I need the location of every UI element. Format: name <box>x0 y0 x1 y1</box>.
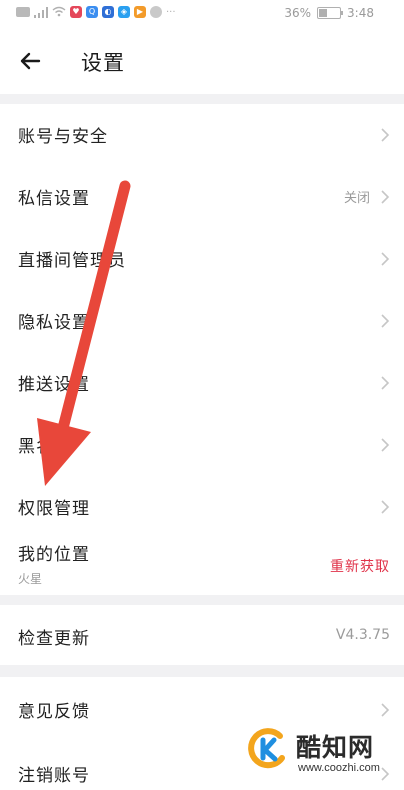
settings-item-push[interactable]: 推送设置 <box>0 352 404 414</box>
settings-group-update: 检查更新 V4.3.75 <box>0 605 404 665</box>
settings-item-label: 隐私设置 <box>18 313 90 333</box>
status-right-icons: 36% 3:48 <box>284 6 374 20</box>
back-arrow-icon[interactable] <box>18 49 42 73</box>
settings-item-private-message[interactable]: 私信设置 关闭 <box>0 166 404 228</box>
settings-item-label: 意见反馈 <box>18 702 90 722</box>
chevron-right-icon <box>381 190 390 204</box>
settings-item-location: 我的位置 火星 重新获取 <box>0 534 404 595</box>
app-notification-icon: ♥ <box>70 6 82 18</box>
chevron-right-icon <box>381 438 390 452</box>
title-bar: 设置 <box>0 28 404 94</box>
settings-item-label: 账号与安全 <box>18 127 108 147</box>
settings-item-label: 检查更新 <box>18 629 90 649</box>
chat-bubble-icon <box>150 6 162 18</box>
settings-item-live-admin[interactable]: 直播间管理员 <box>0 228 404 290</box>
battery-icon <box>317 7 344 19</box>
watermark-brand: 酷知网 <box>296 733 375 762</box>
clock: 3:48 <box>347 6 374 20</box>
settings-item-privacy[interactable]: 隐私设置 <box>0 290 404 352</box>
app-notification-icon: ◐ <box>102 6 114 18</box>
settings-item-label: 黑名单 <box>18 437 72 457</box>
chevron-right-icon <box>381 376 390 390</box>
page-title: 设置 <box>81 51 125 75</box>
more-notifications-icon: ··· <box>166 6 176 18</box>
chevron-right-icon <box>381 500 390 514</box>
app-notification-icon: ▶ <box>134 6 146 18</box>
version-value: V4.3.75 <box>335 627 390 643</box>
sim-card-icon <box>16 7 30 17</box>
watermark: 酷知网 www.coozhi.com <box>244 724 400 784</box>
settings-item-account-security[interactable]: 账号与安全 <box>0 104 404 166</box>
chevron-right-icon <box>381 252 390 266</box>
coozhi-logo-icon <box>248 728 288 769</box>
settings-item-blacklist[interactable]: 黑名单 <box>0 414 404 476</box>
settings-item-label: 直播间管理员 <box>18 251 126 271</box>
settings-item-label: 注销账号 <box>18 766 90 786</box>
settings-item-label: 私信设置 <box>18 189 90 209</box>
app-notification-icon: Q <box>86 6 98 18</box>
chevron-right-icon <box>381 314 390 328</box>
settings-item-label: 推送设置 <box>18 375 90 395</box>
settings-item-permissions[interactable]: 权限管理 <box>0 476 404 538</box>
watermark-url: www.coozhi.com <box>298 762 380 774</box>
status-left-icons: ♥ Q ◐ ◈ ▶ ··· <box>16 6 176 18</box>
chevron-right-icon <box>381 703 390 717</box>
app-notification-icon: ◈ <box>118 6 130 18</box>
settings-item-label: 我的位置 <box>18 545 90 565</box>
wifi-icon <box>52 6 66 18</box>
settings-item-label: 权限管理 <box>18 499 90 519</box>
location-value: 火星 <box>18 572 43 586</box>
settings-item-check-update[interactable]: 检查更新 V4.3.75 <box>0 605 404 665</box>
battery-percent: 36% <box>284 6 312 20</box>
chevron-right-icon <box>381 128 390 142</box>
refresh-location-button[interactable]: 重新获取 <box>330 556 390 576</box>
status-bar: ♥ Q ◐ ◈ ▶ ··· 36% 3:48 <box>0 0 404 28</box>
settings-item-value: 关闭 <box>343 191 370 206</box>
signal-icon <box>34 6 48 18</box>
settings-group-main: 账号与安全 私信设置 关闭 直播间管理员 隐私设置 推送设置 黑名单 权限管理 … <box>0 104 404 595</box>
